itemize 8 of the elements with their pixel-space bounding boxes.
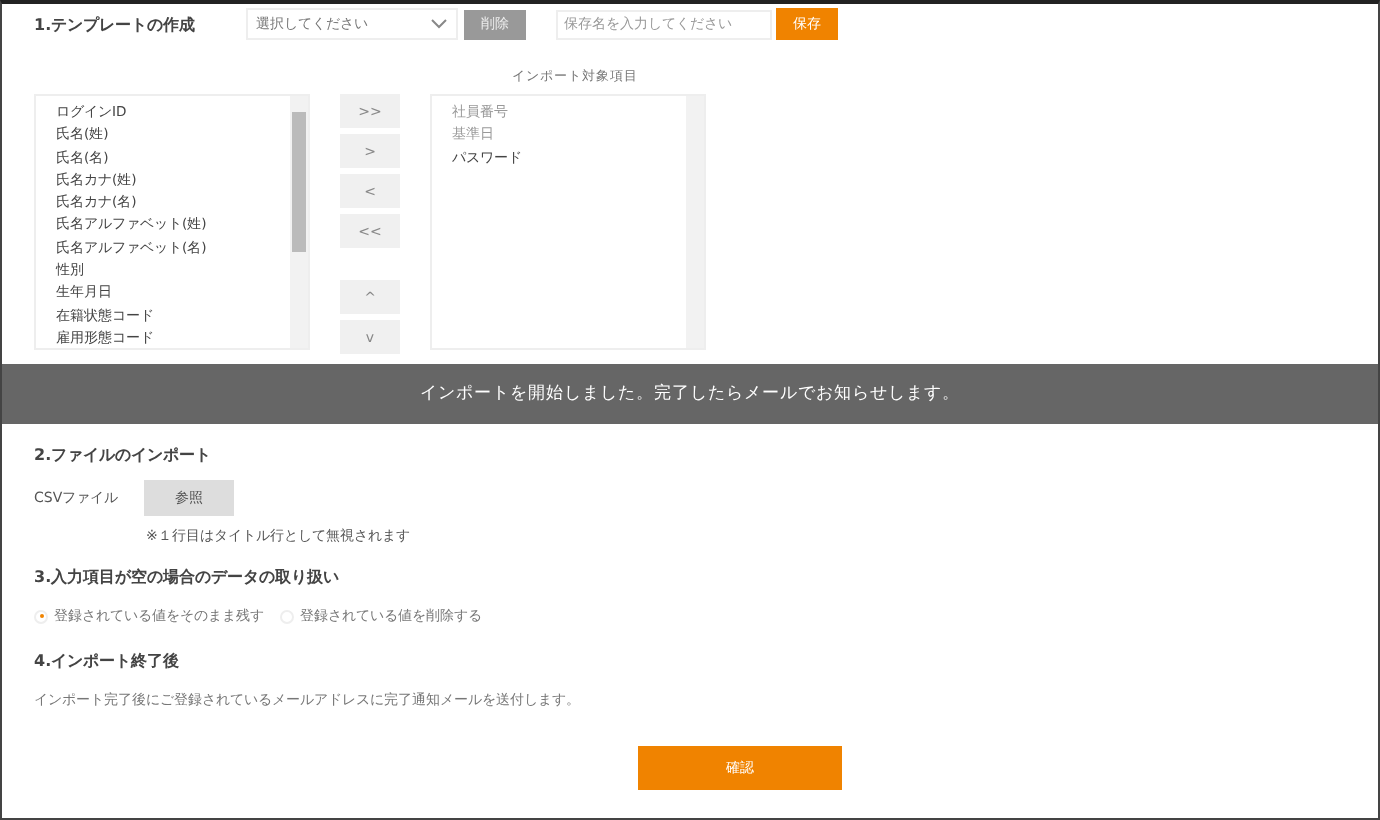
section-heading: 3.入力項目が空の場合のデータの取り扱い bbox=[34, 568, 340, 586]
scrollbar[interactable] bbox=[290, 96, 308, 348]
section-heading: 1.テンプレートの作成 bbox=[34, 13, 198, 35]
radio-icon[interactable] bbox=[34, 609, 48, 623]
section-heading: 4.インポート終了後 bbox=[34, 652, 180, 670]
chevron-down-icon bbox=[430, 18, 448, 30]
notification-banner: インポートを開始しました。完了したらメールでお知らせします。 bbox=[2, 364, 1378, 424]
section-heading: 2.ファイルのインポート bbox=[34, 446, 212, 464]
